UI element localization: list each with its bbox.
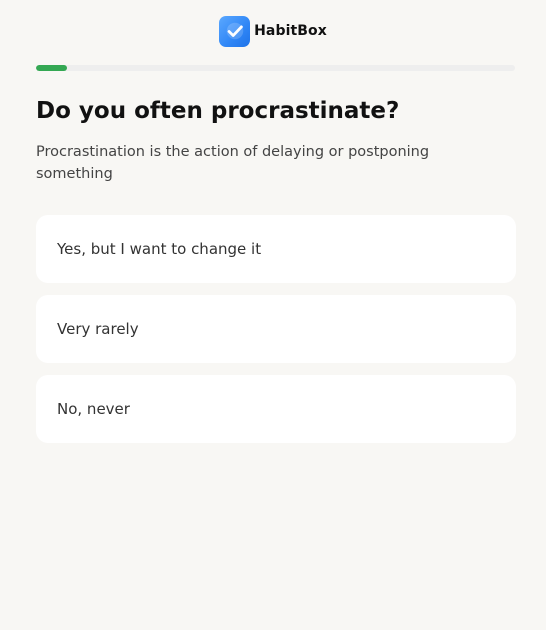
question-subtitle: Procrastination is the action of delayin… (36, 144, 430, 182)
question-title: Do you often procrastinate? (36, 98, 400, 124)
checkmark-icon (219, 15, 251, 47)
brand-name: HabitBox (254, 23, 327, 39)
option-label: Yes, but I want to change it (57, 240, 262, 258)
answer-options: Yes, but I want to change it Very rarely… (36, 215, 516, 455)
option-label: Very rarely (57, 320, 139, 338)
option-no-never[interactable]: No, never (36, 375, 516, 443)
header: HabitBox (0, 15, 546, 47)
option-yes-change[interactable]: Yes, but I want to change it (36, 215, 516, 283)
option-very-rarely[interactable]: Very rarely (36, 295, 516, 363)
progress-fill (36, 65, 68, 71)
option-label: No, never (57, 400, 130, 418)
progress-bar (36, 65, 515, 71)
